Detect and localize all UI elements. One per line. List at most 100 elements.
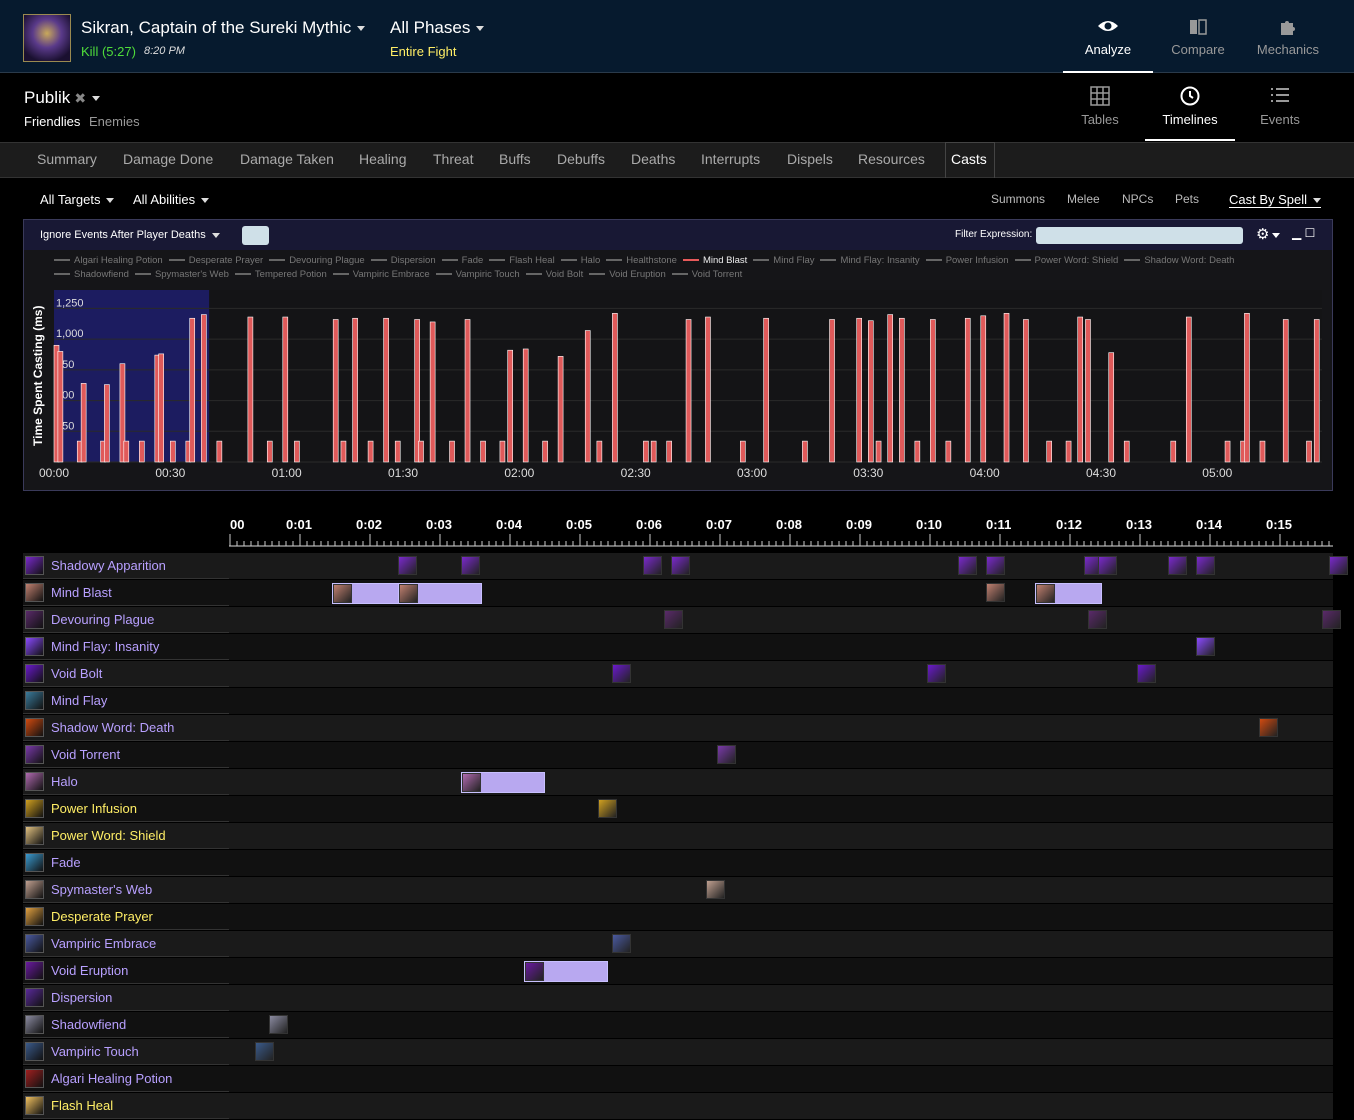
legend-item[interactable]: Power Infusion xyxy=(925,255,1009,266)
cast-event[interactable] xyxy=(1329,556,1350,577)
cast-event[interactable] xyxy=(986,556,1007,577)
player-selector[interactable]: Publik ✖ xyxy=(24,88,101,108)
cast-event[interactable] xyxy=(1196,637,1217,658)
abilities-filter[interactable]: All Abilities xyxy=(133,192,210,207)
cast-event[interactable] xyxy=(461,556,482,577)
ability-name-cell[interactable]: Shadowy Apparition xyxy=(23,553,229,579)
legend-item[interactable]: Mind Flay: Insanity xyxy=(820,255,920,266)
ability-name-cell[interactable]: Vampiric Touch xyxy=(23,1039,229,1065)
minimize-icon[interactable]: ▁ xyxy=(1292,226,1301,240)
ability-name-cell[interactable]: Flash Heal xyxy=(23,1093,229,1119)
cast-event[interactable] xyxy=(254,1042,276,1063)
view-timelines[interactable]: Timelines xyxy=(1145,74,1235,141)
view-tables[interactable]: Tables xyxy=(1055,74,1145,141)
ability-name-cell[interactable]: Power Infusion xyxy=(23,796,229,822)
cast-event[interactable] xyxy=(398,583,482,604)
cast-event[interactable] xyxy=(597,799,619,820)
cast-event[interactable] xyxy=(1196,556,1217,577)
melee-toggle[interactable]: Melee xyxy=(1067,192,1100,206)
cast-event[interactable] xyxy=(524,961,608,982)
cast-event[interactable] xyxy=(461,772,545,793)
enemies-toggle[interactable]: Enemies xyxy=(89,114,140,129)
ability-name-cell[interactable]: Power Word: Shield xyxy=(23,823,229,849)
ability-name-cell[interactable]: Halo xyxy=(23,769,229,795)
legend-item[interactable]: Halo xyxy=(560,255,600,266)
legend-item[interactable]: Void Eruption xyxy=(589,269,666,280)
legend-item[interactable]: Void Torrent xyxy=(671,269,742,280)
cast-event[interactable] xyxy=(958,556,979,577)
tab-summary[interactable]: Summary xyxy=(37,151,97,167)
legend-item[interactable]: Mind Blast xyxy=(682,255,747,266)
ability-name-cell[interactable]: Shadowfiend xyxy=(23,1012,229,1038)
cast-event[interactable] xyxy=(1168,556,1189,577)
legend-item[interactable]: Vampiric Touch xyxy=(435,269,520,280)
legend-item[interactable]: Vampiric Embrace xyxy=(332,269,430,280)
legend-item[interactable]: Desperate Prayer xyxy=(168,255,263,266)
cast-event[interactable] xyxy=(1098,556,1119,577)
cast-event[interactable] xyxy=(1259,718,1280,739)
cast-event[interactable] xyxy=(706,880,727,901)
legend-item[interactable]: Shadow Word: Death xyxy=(1124,255,1234,266)
npcs-toggle[interactable]: NPCs xyxy=(1122,192,1153,206)
targets-filter[interactable]: All Targets xyxy=(40,192,115,207)
cast-event[interactable] xyxy=(611,934,633,955)
cast-event[interactable] xyxy=(268,1015,290,1036)
nav-compare[interactable]: Compare xyxy=(1153,0,1243,73)
ability-name-cell[interactable]: Spymaster's Web xyxy=(23,877,229,903)
legend-item[interactable]: Devouring Plague xyxy=(269,255,365,266)
tab-deaths[interactable]: Deaths xyxy=(631,151,675,167)
tab-damage-done[interactable]: Damage Done xyxy=(123,151,213,167)
cast-event[interactable] xyxy=(1035,583,1102,604)
legend-item[interactable]: Power Word: Shield xyxy=(1014,255,1118,266)
cast-event[interactable] xyxy=(1087,610,1109,631)
legend-item[interactable]: Dispersion xyxy=(370,255,436,266)
nav-mechanics[interactable]: Mechanics xyxy=(1243,0,1333,73)
ability-name-cell[interactable]: Shadow Word: Death xyxy=(23,715,229,741)
gear-icon[interactable]: ⚙ xyxy=(1256,225,1281,243)
cast-event[interactable] xyxy=(926,664,948,685)
cast-event[interactable] xyxy=(1136,664,1158,685)
ability-name-cell[interactable]: Void Eruption xyxy=(23,958,229,984)
cast-event[interactable] xyxy=(664,610,685,631)
legend-item[interactable]: Shadowfiend xyxy=(54,269,129,280)
ability-name-cell[interactable]: Void Bolt xyxy=(23,661,229,687)
cast-event[interactable] xyxy=(643,556,664,577)
maximize-icon[interactable]: ☐ xyxy=(1305,226,1316,240)
nav-analyze[interactable]: Analyze xyxy=(1063,0,1153,73)
tab-interrupts[interactable]: Interrupts xyxy=(701,151,760,167)
legend-item[interactable]: Mind Flay xyxy=(753,255,814,266)
cast-event[interactable] xyxy=(716,745,738,766)
ability-name-cell[interactable]: Dispersion xyxy=(23,985,229,1011)
ignore-deaths-selector[interactable]: Ignore Events After Player Deaths xyxy=(40,229,220,241)
summons-toggle[interactable]: Summons xyxy=(991,192,1045,206)
ignore-deaths-toggle[interactable] xyxy=(242,226,269,245)
tab-healing[interactable]: Healing xyxy=(359,151,406,167)
tab-resources[interactable]: Resources xyxy=(858,151,925,167)
cast-event[interactable] xyxy=(1322,610,1343,631)
cast-event[interactable] xyxy=(671,556,692,577)
view-events[interactable]: Events xyxy=(1235,74,1325,141)
ability-name-cell[interactable]: Void Torrent xyxy=(23,742,229,768)
legend-item[interactable]: Tempered Potion xyxy=(234,269,327,280)
tab-buffs[interactable]: Buffs xyxy=(499,151,531,167)
legend-item[interactable]: Algari Healing Potion xyxy=(54,255,163,266)
ability-name-cell[interactable]: Mind Flay xyxy=(23,688,229,714)
legend-item[interactable]: Flash Heal xyxy=(489,255,555,266)
ability-name-cell[interactable]: Vampiric Embrace xyxy=(23,931,229,957)
ability-name-cell[interactable]: Devouring Plague xyxy=(23,607,229,633)
tab-casts[interactable]: Casts xyxy=(945,142,995,178)
cast-event[interactable] xyxy=(986,583,1007,604)
ability-name-cell[interactable]: Desperate Prayer xyxy=(23,904,229,930)
tab-debuffs[interactable]: Debuffs xyxy=(557,151,605,167)
legend-item[interactable]: Void Bolt xyxy=(525,269,583,280)
cast-by-selector[interactable]: Cast By Spell xyxy=(1229,192,1322,208)
tab-dispels[interactable]: Dispels xyxy=(787,151,833,167)
boss-selector[interactable]: Sikran, Captain of the Sureki Mythic xyxy=(81,18,366,38)
friendlies-toggle[interactable]: Friendlies xyxy=(24,114,80,129)
ability-name-cell[interactable]: Mind Flay: Insanity xyxy=(23,634,229,660)
tab-threat[interactable]: Threat xyxy=(433,151,473,167)
close-icon[interactable]: ✖ xyxy=(74,90,86,106)
phases-selector[interactable]: All Phases xyxy=(390,18,485,38)
ability-name-cell[interactable]: Fade xyxy=(23,850,229,876)
cast-event[interactable] xyxy=(398,556,419,577)
